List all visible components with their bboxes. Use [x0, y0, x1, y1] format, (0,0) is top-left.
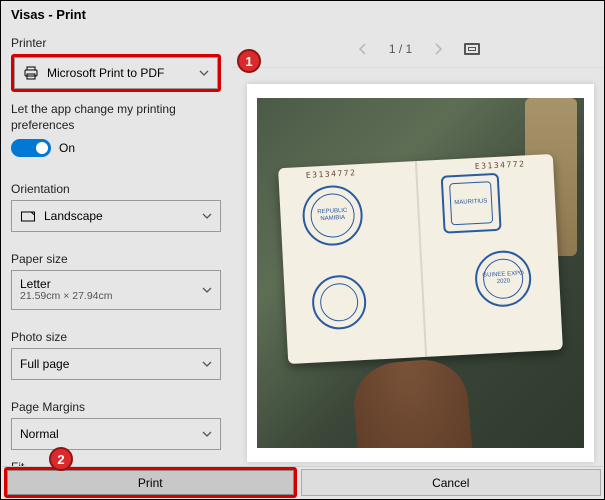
- orientation-label: Orientation: [11, 182, 221, 196]
- passport-number-left: E3134772: [306, 168, 357, 180]
- preview-page: E3134772 E3134772 REPUBLIC NAMIBIA MAURI…: [247, 84, 594, 462]
- printer-label: Printer: [11, 36, 221, 50]
- stamp-guinee: GUINEE EXPO 2020: [474, 249, 533, 308]
- photo-size-combobox[interactable]: Full page: [11, 348, 221, 380]
- preview-nav: 1 / 1: [231, 30, 604, 68]
- printer-icon: [23, 65, 39, 81]
- window-title: Visas - Print: [1, 1, 604, 30]
- margins-combobox[interactable]: Normal: [11, 418, 221, 450]
- preview-panel: 1 / 1 E3134772 E3134772 REPUBLIC NAMIBIA…: [231, 30, 604, 468]
- photo-size-label: Photo size: [11, 330, 221, 344]
- callout-1: 1: [237, 49, 261, 73]
- photo-size-value: Full page: [20, 357, 202, 371]
- stamp-mauritius: MAURITIUS: [441, 172, 502, 233]
- preview-photo: E3134772 E3134772 REPUBLIC NAMIBIA MAURI…: [257, 98, 584, 448]
- chevron-down-icon: [202, 211, 212, 221]
- cancel-button[interactable]: Cancel: [301, 469, 602, 496]
- orientation-value: Landscape: [44, 209, 202, 223]
- action-bar: Print Cancel: [2, 466, 603, 498]
- fit-to-page-button[interactable]: [464, 43, 480, 55]
- stamp-namibia: REPUBLIC NAMIBIA: [301, 184, 364, 247]
- passport-number-right: E3134772: [475, 159, 526, 171]
- toggle-state: On: [59, 141, 75, 155]
- print-button[interactable]: Print: [7, 470, 294, 495]
- prev-page-button[interactable]: [355, 41, 371, 57]
- toggle-track: [11, 139, 51, 157]
- printer-value: Microsoft Print to PDF: [47, 66, 199, 80]
- stamp-round: [311, 274, 368, 331]
- pref-text: Let the app change my printing preferenc…: [11, 102, 221, 133]
- pref-toggle[interactable]: On: [11, 139, 75, 157]
- chevron-down-icon: [199, 68, 209, 78]
- paper-value: Letter: [20, 277, 51, 291]
- next-page-button[interactable]: [430, 41, 446, 57]
- margins-value: Normal: [20, 427, 202, 441]
- paper-sub: 21.59cm × 27.94cm: [20, 291, 202, 303]
- landscape-icon: [20, 208, 36, 224]
- chevron-down-icon: [202, 359, 212, 369]
- margins-label: Page Margins: [11, 400, 221, 414]
- chevron-down-icon: [202, 429, 212, 439]
- passport-illustration: E3134772 E3134772 REPUBLIC NAMIBIA MAURI…: [278, 154, 563, 364]
- paper-label: Paper size: [11, 252, 221, 266]
- page-indicator: 1 / 1: [389, 42, 412, 56]
- orientation-combobox[interactable]: Landscape: [11, 200, 221, 232]
- paper-size-combobox[interactable]: Letter 21.59cm × 27.94cm: [11, 270, 221, 310]
- printer-combobox[interactable]: Microsoft Print to PDF: [14, 57, 218, 89]
- print-options-panel: Printer Microsoft Print to PDF Let the a…: [1, 30, 231, 468]
- chevron-down-icon: [202, 285, 212, 295]
- callout-2: 2: [49, 447, 73, 471]
